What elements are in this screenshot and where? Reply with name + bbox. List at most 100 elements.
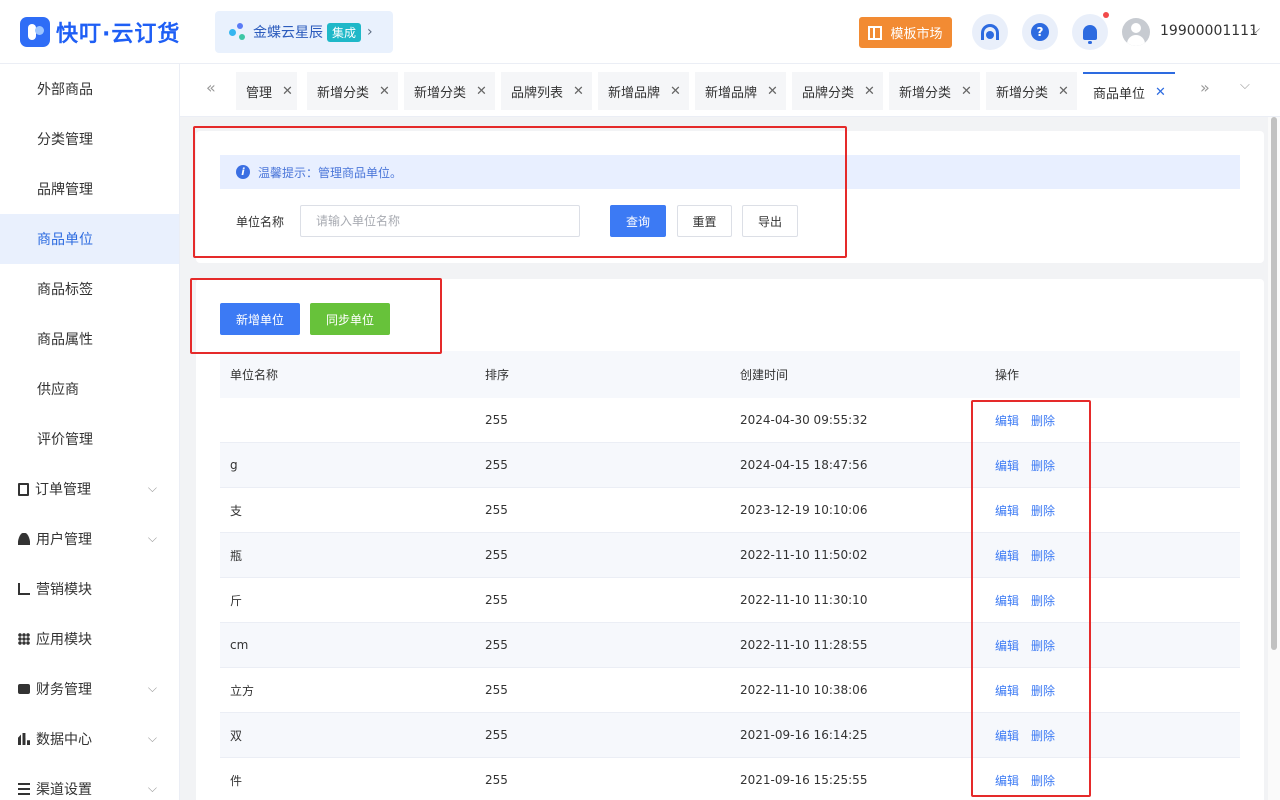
tab-label: 商品单位 bbox=[1093, 86, 1146, 102]
tab-add-category[interactable]: 新增分类 ✕ bbox=[986, 72, 1077, 110]
chevron-down-icon[interactable]: ⌵ bbox=[1240, 78, 1250, 93]
sidebar-item-units[interactable]: 商品单位 bbox=[0, 214, 179, 264]
sidebar-group-channels[interactable]: 渠道设置 ⌵ bbox=[0, 764, 179, 800]
integration-switcher[interactable]: 金蝶云星辰 集成 › bbox=[215, 11, 393, 53]
scrollbar-thumb[interactable] bbox=[1271, 117, 1277, 650]
sidebar-group-label: 渠道设置 bbox=[36, 782, 92, 798]
sidebar-group-orders[interactable]: 订单管理 ⌵ bbox=[0, 464, 179, 514]
help-icon: ? bbox=[1031, 23, 1049, 41]
close-icon[interactable]: ✕ bbox=[476, 84, 487, 99]
column-header: 创建时间 bbox=[740, 368, 789, 382]
cell-sort: 255 bbox=[485, 458, 508, 472]
customer-service-button[interactable] bbox=[972, 14, 1008, 50]
close-icon[interactable]: ✕ bbox=[379, 84, 390, 99]
cell-sort: 255 bbox=[485, 728, 508, 742]
sidebar-item-label: 商品属性 bbox=[37, 332, 93, 348]
sidebar-item-reviews[interactable]: 评价管理 bbox=[0, 414, 179, 464]
app-logo[interactable]: 快叮·云订货 bbox=[20, 16, 180, 48]
sidebar-group-users[interactable]: 用户管理 ⌵ bbox=[0, 514, 179, 564]
close-icon[interactable]: ✕ bbox=[961, 84, 972, 99]
sidebar-item-brand[interactable]: 品牌管理 bbox=[0, 164, 179, 214]
bar-chart-icon bbox=[18, 733, 30, 745]
sidebar-item-external-products[interactable]: 外部商品 bbox=[0, 64, 179, 114]
cell-unit-name: 斤 bbox=[230, 593, 243, 608]
tab-add-brand[interactable]: 新增品牌 ✕ bbox=[598, 72, 689, 110]
tabs-bar: « 管理 ✕ 新增分类 ✕ 新增分类 ✕ 品牌列表 ✕ 新增品牌 ✕ 新增品牌 ✕ 品牌分类… bbox=[180, 64, 1280, 117]
chevron-down-icon: ⌵ bbox=[147, 681, 157, 695]
column-header: 操作 bbox=[995, 368, 1020, 382]
tab-product-units[interactable]: 商品单位 ✕ bbox=[1083, 72, 1175, 110]
sidebar-item-label: 分类管理 bbox=[37, 132, 93, 148]
tab-label: 新增分类 bbox=[899, 85, 952, 101]
cell-sort: 255 bbox=[485, 638, 508, 652]
tab-management[interactable]: 管理 ✕ bbox=[236, 72, 297, 110]
tab-add-brand[interactable]: 新增品牌 ✕ bbox=[695, 72, 786, 110]
sidebar-item-label: 外部商品 bbox=[37, 82, 93, 98]
tab-brand-list[interactable]: 品牌列表 ✕ bbox=[501, 72, 592, 110]
close-icon[interactable]: ✕ bbox=[1058, 84, 1069, 99]
double-chevron-right-icon[interactable]: » bbox=[1200, 78, 1210, 97]
sidebar: 外部商品 分类管理 品牌管理 商品单位 商品标签 商品属性 供应商 评价管理 订… bbox=[0, 64, 180, 800]
close-icon[interactable]: ✕ bbox=[282, 84, 293, 99]
sidebar-item-label: 商品单位 bbox=[37, 232, 93, 248]
sidebar-group-label: 用户管理 bbox=[36, 532, 92, 548]
cell-created-time: 2021-09-16 15:25:55 bbox=[740, 773, 868, 787]
cell-created-time: 2022-11-10 11:30:10 bbox=[740, 593, 868, 607]
chart-icon bbox=[18, 583, 30, 595]
template-market-button[interactable]: 模板市场 bbox=[859, 17, 952, 48]
cell-sort: 255 bbox=[485, 413, 508, 427]
tab-add-category[interactable]: 新增分类 ✕ bbox=[307, 72, 398, 110]
document-icon bbox=[18, 482, 29, 496]
close-icon[interactable]: ✕ bbox=[573, 84, 584, 99]
cell-unit-name: g bbox=[230, 458, 238, 472]
column-header: 排序 bbox=[485, 368, 510, 382]
tab-add-category[interactable]: 新增分类 ✕ bbox=[404, 72, 495, 110]
chevron-down-icon[interactable]: ⌵ bbox=[1251, 22, 1260, 37]
page-scrollbar[interactable] bbox=[1268, 117, 1280, 800]
headset-icon bbox=[981, 24, 999, 40]
close-icon[interactable]: ✕ bbox=[670, 84, 681, 99]
tab-label: 新增品牌 bbox=[705, 85, 758, 101]
close-icon[interactable]: ✕ bbox=[864, 84, 875, 99]
cell-sort: 255 bbox=[485, 548, 508, 562]
sidebar-item-attributes[interactable]: 商品属性 bbox=[0, 314, 179, 364]
tab-add-category[interactable]: 新增分类 ✕ bbox=[889, 72, 980, 110]
sidebar-item-category[interactable]: 分类管理 bbox=[0, 114, 179, 164]
sidebar-group-finance[interactable]: 财务管理 ⌵ bbox=[0, 664, 179, 714]
bell-icon bbox=[1083, 24, 1097, 44]
list-icon bbox=[18, 783, 30, 795]
sidebar-group-data[interactable]: 数据中心 ⌵ bbox=[0, 714, 179, 764]
close-icon[interactable]: ✕ bbox=[767, 84, 778, 99]
cell-unit-name: cm bbox=[230, 638, 249, 652]
notification-button[interactable] bbox=[1072, 14, 1108, 50]
sidebar-group-label: 应用模块 bbox=[36, 632, 92, 648]
cell-created-time: 2023-12-19 10:10:06 bbox=[740, 503, 868, 517]
chevron-down-icon: ⌵ bbox=[147, 531, 157, 545]
double-chevron-left-icon[interactable]: « bbox=[206, 78, 216, 97]
sidebar-item-tags[interactable]: 商品标签 bbox=[0, 264, 179, 314]
sidebar-item-label: 商品标签 bbox=[37, 282, 93, 298]
sidebar-item-label: 评价管理 bbox=[37, 432, 93, 448]
cell-sort: 255 bbox=[485, 683, 508, 697]
cell-created-time: 2021-09-16 16:14:25 bbox=[740, 728, 868, 742]
tab-label: 品牌分类 bbox=[802, 85, 855, 101]
tab-label: 新增分类 bbox=[317, 85, 370, 101]
close-icon[interactable]: ✕ bbox=[1155, 85, 1166, 100]
sidebar-item-suppliers[interactable]: 供应商 bbox=[0, 364, 179, 414]
sidebar-group-marketing[interactable]: 营销模块 bbox=[0, 564, 179, 614]
tab-label: 新增分类 bbox=[414, 85, 467, 101]
top-header: 快叮·云订货 金蝶云星辰 集成 › 模板市场 ? 19900001111 ⌵ bbox=[0, 0, 1280, 64]
avatar[interactable] bbox=[1122, 18, 1150, 46]
table-header: 单位名称 排序 创建时间 操作 bbox=[220, 351, 1240, 398]
cell-sort: 255 bbox=[485, 773, 508, 787]
sidebar-group-apps[interactable]: 应用模块 bbox=[0, 614, 179, 664]
username[interactable]: 19900001111 bbox=[1160, 23, 1258, 39]
cell-sort: 255 bbox=[485, 503, 508, 517]
kingdee-icon bbox=[229, 23, 247, 41]
wallet-icon bbox=[18, 684, 30, 694]
user-icon bbox=[18, 533, 30, 545]
help-button[interactable]: ? bbox=[1022, 14, 1058, 50]
tab-brand-category[interactable]: 品牌分类 ✕ bbox=[792, 72, 883, 110]
chevron-right-icon: › bbox=[367, 24, 373, 40]
logo-icon bbox=[20, 17, 50, 47]
